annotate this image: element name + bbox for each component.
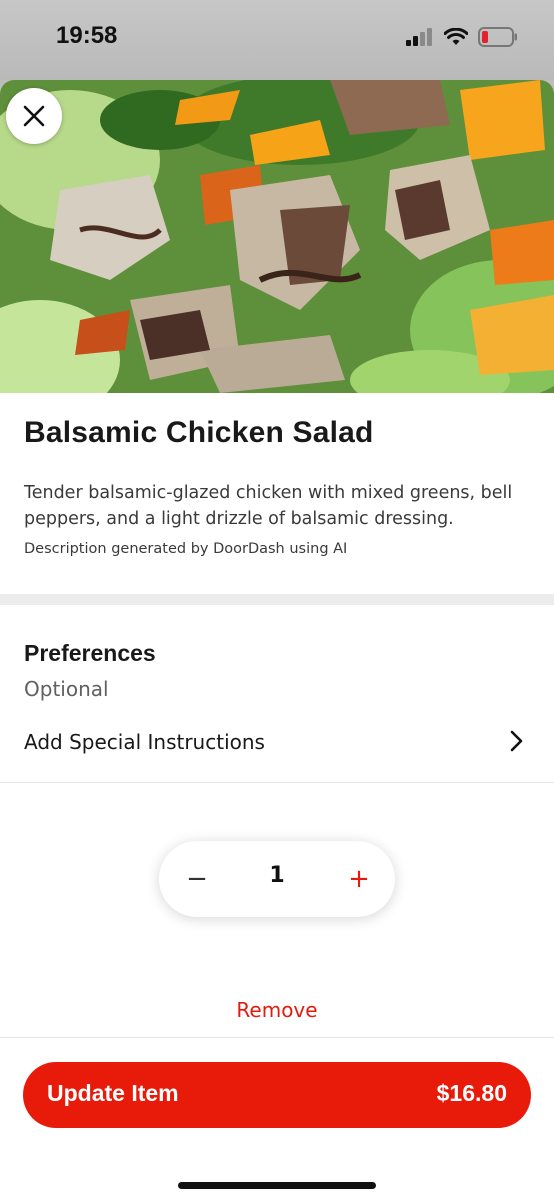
special-instructions-row[interactable]: Add Special Instructions: [0, 720, 554, 782]
quantity-stepper: − 1 +: [159, 841, 395, 917]
battery-low-icon: [478, 27, 517, 47]
quantity-value: 1: [269, 863, 285, 888]
decrease-quantity-button[interactable]: −: [177, 859, 217, 899]
status-bar: 19:58: [0, 0, 554, 80]
row-divider: [0, 782, 554, 783]
wifi-icon: [444, 28, 468, 45]
preferences-title: Preferences: [24, 640, 156, 666]
item-title: Balsamic Chicken Salad: [24, 416, 374, 449]
ai-description-note: Description generated by DoorDash using …: [24, 541, 348, 557]
signal-icon: [406, 28, 432, 46]
update-item-label: Update Item: [47, 1080, 179, 1106]
status-time: 19:58: [56, 22, 118, 49]
home-indicator: [178, 1182, 376, 1189]
item-price: $16.80: [436, 1080, 507, 1106]
status-icons: [406, 24, 518, 50]
close-button[interactable]: [6, 88, 62, 144]
item-description: Tender balsamic-glazed chicken with mixe…: [24, 483, 513, 529]
special-instructions-label: Add Special Instructions: [24, 730, 265, 754]
close-icon: [23, 105, 45, 127]
preferences-optional-label: Optional: [24, 677, 109, 701]
update-item-button[interactable]: Update Item $16.80: [23, 1062, 531, 1128]
footer-divider: [0, 1037, 554, 1038]
increase-quantity-button[interactable]: +: [339, 859, 379, 899]
chevron-right-icon: [510, 730, 523, 752]
section-divider: [0, 594, 554, 605]
item-detail-sheet: Balsamic Chicken Salad Tender balsamic-g…: [0, 80, 554, 1200]
item-photo: [0, 80, 554, 393]
remove-item-button[interactable]: Remove: [0, 998, 554, 1022]
